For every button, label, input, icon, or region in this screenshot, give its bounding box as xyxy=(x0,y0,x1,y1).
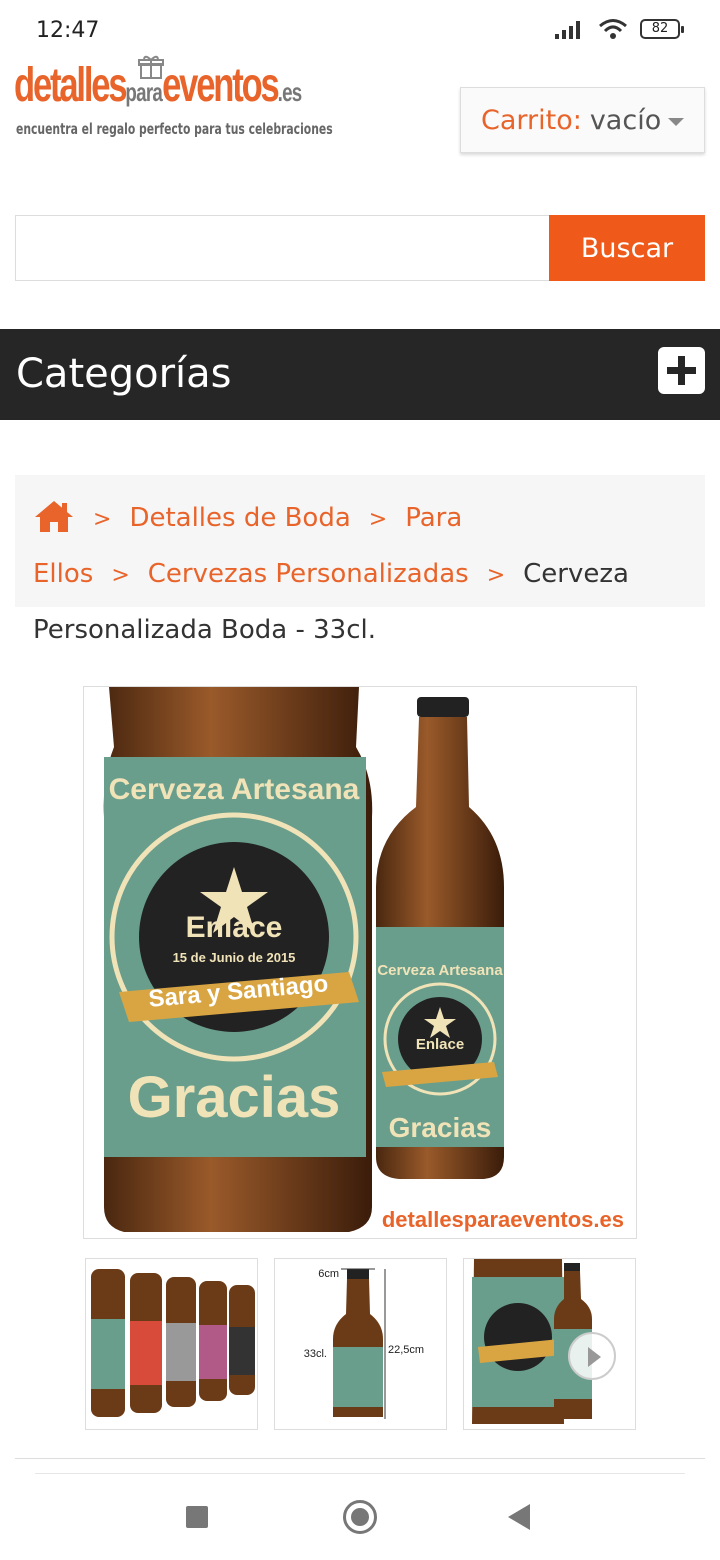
cart-value: vacío xyxy=(589,104,662,136)
back-icon[interactable] xyxy=(508,1504,530,1530)
image-watermark: detallesparaeventos.es xyxy=(382,1207,624,1232)
small-label-bottom-text: Gracias xyxy=(389,1112,492,1143)
breadcrumb: > Detalles de Boda > Para Ellos > Cervezas Pe… xyxy=(15,475,705,645)
thumbnail-1[interactable] xyxy=(85,1258,258,1430)
categories-title: Categorías xyxy=(16,351,232,397)
breadcrumb-link-boda[interactable]: Detalles de Boda xyxy=(129,503,350,533)
label-bottom-text: Gracias xyxy=(128,1065,341,1130)
divider xyxy=(35,1473,685,1474)
wifi-icon xyxy=(599,19,627,39)
badge-title-text: Enlace xyxy=(186,911,283,944)
system-nav-bar xyxy=(0,1476,720,1560)
thumbnail-2-art: 6cm 33cl. 22,5cm xyxy=(304,1268,424,1419)
breadcrumb-separator: > xyxy=(368,507,388,532)
search-bar: Buscar xyxy=(15,215,705,281)
logo-tagline: encuentra el regalo perfecto para tus ce… xyxy=(16,120,333,138)
status-time: 12:47 xyxy=(36,18,100,43)
plus-icon[interactable] xyxy=(658,347,705,394)
thumbnail-1-art xyxy=(91,1269,255,1417)
chevron-down-icon xyxy=(668,118,684,126)
small-badge-title-text: Enlace xyxy=(416,1036,464,1053)
dim-right-text: 22,5cm xyxy=(388,1344,424,1356)
status-bar: 12:47 82 xyxy=(0,0,720,56)
breadcrumb-separator: > xyxy=(111,563,130,588)
logo-brand: detallesparaeventos.es xyxy=(14,54,302,124)
small-label-top-text: Cerveza Artesana xyxy=(377,962,503,979)
status-icons: 82 xyxy=(554,18,684,40)
gift-icon xyxy=(138,55,164,79)
logo-tld: .es xyxy=(277,77,303,107)
badge-date-text: 15 de Junio de 2015 xyxy=(173,950,296,965)
search-input[interactable] xyxy=(15,215,551,281)
categories-bar[interactable]: Categorías xyxy=(0,329,720,420)
battery-icon: 82 xyxy=(640,19,684,39)
thumbnail-2[interactable]: 6cm 33cl. 22,5cm xyxy=(274,1258,447,1430)
logo-word-1: detalles xyxy=(14,59,128,112)
product-image-art: Cerveza Artesana Enlace 15 de Junio de 2… xyxy=(103,687,624,1232)
label-top-text: Cerveza Artesana xyxy=(109,773,360,806)
dim-left-text: 33cl. xyxy=(304,1348,327,1360)
search-button[interactable]: Buscar xyxy=(549,215,705,281)
cart-label: Carrito: xyxy=(481,104,582,136)
breadcrumb-separator: > xyxy=(486,563,506,588)
next-image-button[interactable] xyxy=(568,1332,616,1380)
logo-word-2: para xyxy=(125,77,163,107)
signal-icon xyxy=(555,21,580,39)
breadcrumb-separator: > xyxy=(93,507,112,532)
logo-word-3: eventos xyxy=(162,59,280,112)
breadcrumb-link-cervezas[interactable]: Cervezas Personalizadas xyxy=(148,559,469,589)
recent-apps-icon[interactable] xyxy=(186,1506,208,1528)
home-button-icon[interactable] xyxy=(343,1500,377,1534)
site-logo[interactable]: detallesparaeventos.es encuentra el rega… xyxy=(14,54,333,146)
cart-dropdown[interactable]: Carrito: vacío xyxy=(460,87,705,153)
product-main-image[interactable]: Cerveza Artesana Enlace 15 de Junio de 2… xyxy=(83,686,637,1239)
dim-top-text: 6cm xyxy=(318,1268,339,1280)
home-icon[interactable] xyxy=(33,498,75,532)
divider xyxy=(15,1458,705,1459)
